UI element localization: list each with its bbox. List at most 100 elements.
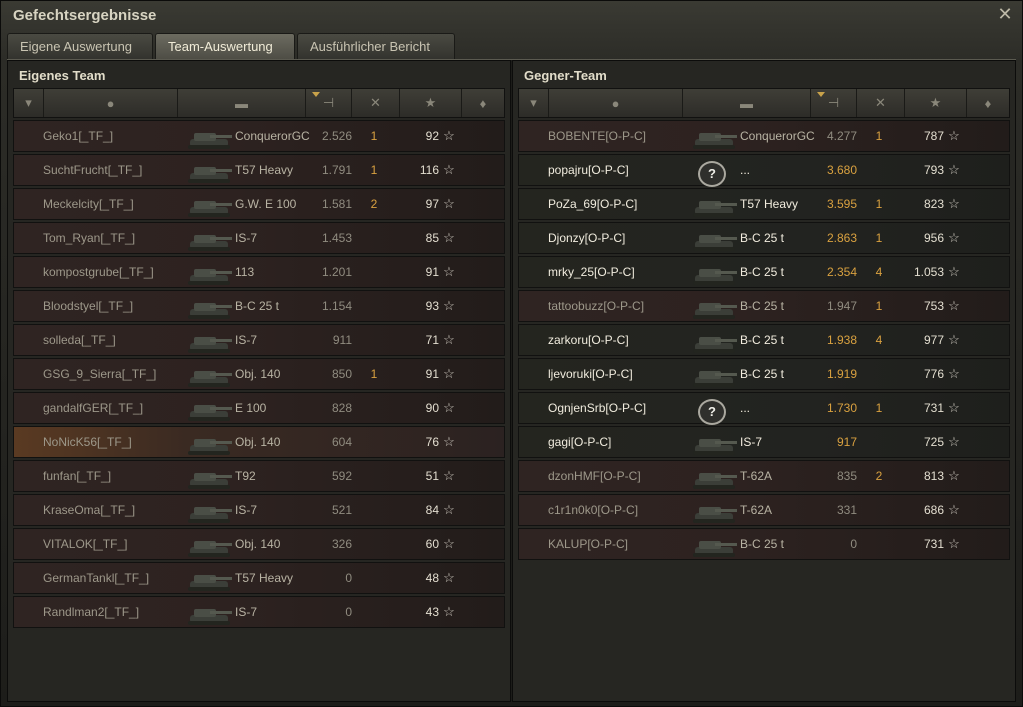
tab-team-auswertung[interactable]: Team-Auswertung (155, 33, 295, 59)
tank-name: IS-7 (235, 605, 258, 619)
kills-value (364, 257, 384, 287)
player-row[interactable]: KraseOma[_TF_] IS-7 521 84 ☆ (13, 494, 505, 526)
tank-image (689, 497, 739, 525)
tank-icon (693, 473, 737, 489)
kills-value: 4 (875, 265, 883, 279)
tank-icon (188, 201, 232, 217)
player-row[interactable]: Tom_Ryan[_TF_] IS-7 1.453 85 ☆ (13, 222, 505, 254)
player-row[interactable]: dzonHMF[O-P-C] T-62A 835 2 813 ☆ (518, 460, 1010, 492)
player-icon[interactable]: ● (44, 89, 178, 117)
tab-eigene-auswertung[interactable]: Eigene Auswertung (7, 33, 153, 59)
medal-icon[interactable]: ♦ (462, 89, 504, 117)
tank-image (184, 327, 234, 355)
player-row[interactable]: BOBENTE[O-P-C] ConquerorGC 4.277 1 787 ☆ (518, 120, 1010, 152)
star-icon: ☆ (443, 162, 455, 177)
damage-value: 1.947 (826, 299, 857, 313)
kills-value: 1 (370, 367, 378, 381)
tank-name: Obj. 140 (235, 537, 281, 551)
damage-icon[interactable]: ⊣ (306, 89, 352, 117)
star-icon: ☆ (948, 468, 960, 483)
damage-icon[interactable]: ⊣ (811, 89, 857, 117)
kills-value (869, 359, 889, 389)
xp-value: 93 (425, 299, 439, 313)
tank-icon (188, 609, 232, 625)
player-icon[interactable]: ● (549, 89, 683, 117)
star-icon: ☆ (443, 264, 455, 279)
player-row[interactable]: OgnjenSrb[O-P-C]?... 1.730 1 731 ☆ (518, 392, 1010, 425)
player-row[interactable]: kompostgrube[_TF_] 113 1.201 91 ☆ (13, 256, 505, 288)
xp-value: 956 (923, 231, 944, 245)
player-row[interactable]: funfan[_TF_] T92 592 51 ☆ (13, 460, 505, 492)
damage-value: 1.919 (826, 367, 857, 381)
player-row[interactable]: GSG_9_Sierra[_TF_] Obj. 140 850 1 91 ☆ (13, 358, 505, 390)
star-icon: ☆ (443, 366, 455, 381)
player-row[interactable]: popajru[O-P-C]?... 3.680 793 ☆ (518, 154, 1010, 187)
tank-name: B-C 25 t (740, 299, 785, 313)
player-row[interactable]: GermanTankl[_TF_] T57 Heavy 0 48 ☆ (13, 562, 505, 594)
squad-icon[interactable]: ▾ (519, 89, 549, 117)
damage-value: 331 (836, 503, 857, 517)
unknown-tank-icon: ? (698, 399, 726, 425)
player-name: GermanTankl[_TF_] (43, 571, 150, 585)
damage-value: 917 (836, 435, 857, 449)
player-row[interactable]: mrky_25[O-P-C] B-C 25 t 2.354 4 1.053 ☆ (518, 256, 1010, 288)
player-row[interactable]: Djonzy[O-P-C] B-C 25 t 2.863 1 956 ☆ (518, 222, 1010, 254)
kills-icon[interactable]: ✕ (857, 89, 905, 117)
star-icon: ☆ (443, 230, 455, 245)
player-row[interactable]: c1r1n0k0[O-P-C] T-62A 331 686 ☆ (518, 494, 1010, 526)
tank-icon[interactable]: ▬ (683, 89, 811, 117)
xp-star-icon[interactable]: ★ (905, 89, 967, 117)
player-row[interactable]: NoNicK56[_TF_] Obj. 140 604 76 ☆ (13, 426, 505, 458)
kills-value (869, 495, 889, 525)
enemy-team-title: Gegner-Team (524, 68, 607, 83)
player-row[interactable]: zarkoru[O-P-C] B-C 25 t 1.938 4 977 ☆ (518, 324, 1010, 356)
kills-icon[interactable]: ✕ (352, 89, 400, 117)
tank-icon (693, 507, 737, 523)
player-row[interactable]: solleda[_TF_] IS-7 911 71 ☆ (13, 324, 505, 356)
kills-value: 1 (370, 129, 378, 143)
player-row[interactable]: Meckelcity[_TF_] G.W. E 100 1.581 2 97 ☆ (13, 188, 505, 220)
player-row[interactable]: PoZa_69[O-P-C] T57 Heavy 3.595 1 823 ☆ (518, 188, 1010, 220)
player-row[interactable]: Bloodstyel[_TF_] B-C 25 t 1.154 93 ☆ (13, 290, 505, 322)
window-title: Gefechtsergebnisse (13, 7, 157, 24)
close-icon[interactable]: ✕ (996, 5, 1014, 23)
squad-icon[interactable]: ▾ (14, 89, 44, 117)
tank-image (689, 225, 739, 253)
xp-value: 51 (425, 469, 439, 483)
tank-image (184, 531, 234, 559)
xp-value: 90 (425, 401, 439, 415)
xp-star-icon[interactable]: ★ (400, 89, 462, 117)
medal-icon[interactable]: ♦ (967, 89, 1009, 117)
player-row[interactable]: Randlman2[_TF_] IS-7 0 43 ☆ (13, 596, 505, 628)
tank-name: IS-7 (235, 231, 258, 245)
xp-value: 43 (425, 605, 439, 619)
tank-image (184, 599, 234, 627)
tank-name: IS-7 (235, 503, 258, 517)
kills-value (364, 393, 384, 423)
tank-image (689, 531, 739, 559)
damage-value: 850 (331, 367, 352, 381)
player-row[interactable]: SuchtFrucht[_TF_] T57 Heavy 1.791 1 116 ☆ (13, 154, 505, 186)
player-row[interactable]: gagi[O-P-C] IS-7 917 725 ☆ (518, 426, 1010, 458)
tank-name: ConquerorGC (740, 129, 815, 143)
player-row[interactable]: KALUP[O-P-C] B-C 25 t 0 731 ☆ (518, 528, 1010, 560)
tank-icon (188, 541, 232, 557)
kills-value (364, 529, 384, 559)
tank-icon[interactable]: ▬ (178, 89, 306, 117)
xp-value: 793 (923, 163, 944, 177)
player-row[interactable]: ljevoruki[O-P-C] B-C 25 t 1.919 776 ☆ (518, 358, 1010, 390)
unknown-tank-icon: ? (698, 161, 726, 187)
tank-icon (188, 439, 232, 455)
player-row[interactable]: gandalfGER[_TF_] E 100 828 90 ☆ (13, 392, 505, 424)
player-row[interactable]: VITALOK[_TF_] Obj. 140 326 60 ☆ (13, 528, 505, 560)
tank-name: IS-7 (235, 333, 258, 347)
player-row[interactable]: Geko1[_TF_] ConquerorGC 2.526 1 92 ☆ (13, 120, 505, 152)
enemy-team-rows: BOBENTE[O-P-C] ConquerorGC 4.277 1 787 ☆ popaj… (518, 120, 1010, 562)
xp-value: 60 (425, 537, 439, 551)
tab-ausfuehrlicher-bericht[interactable]: Ausführlicher Bericht (297, 33, 455, 59)
xp-value: 977 (923, 333, 944, 347)
star-icon: ☆ (443, 502, 455, 517)
player-row[interactable]: tattoobuzz[O-P-C] B-C 25 t 1.947 1 753 ☆ (518, 290, 1010, 322)
player-name: kompostgrube[_TF_] (43, 265, 154, 279)
tank-name: E 100 (235, 401, 267, 415)
